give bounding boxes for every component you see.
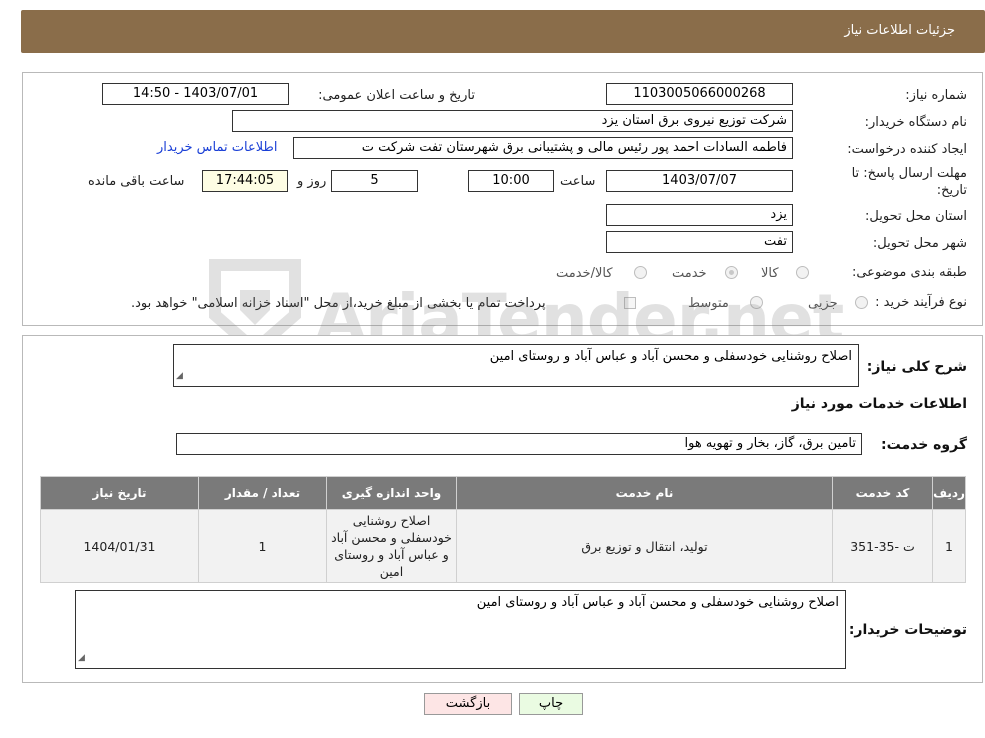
cell-unit: اصلاح روشنایی خودسفلی و محسن آباد و عباس… [326, 509, 457, 583]
remaining-time-field: 17:44:05 [202, 170, 288, 192]
province-field: یزد [606, 204, 793, 226]
cell-name: تولید، انتقال و توزیع برق [456, 509, 833, 583]
city-label: شهر محل تحویل: [872, 236, 967, 251]
col-name-header: نام خدمت [456, 476, 833, 510]
table-row: 1 ت -35-351 تولید، انتقال و توزیع برق اص… [40, 509, 966, 583]
col-date-header: تاریخ نیاز [40, 476, 199, 510]
payment-note: پرداخت تمام یا بخشی از مبلغ خرید،از محل … [131, 296, 546, 311]
deadline-date-field: 1403/07/07 [606, 170, 793, 192]
category-goods-label: کالا [761, 266, 779, 281]
buyer-notes-text: اصلاح روشنایی خودسفلی و محسن آباد و عباس… [476, 595, 839, 610]
service-group-label: گروه خدمت: [881, 437, 967, 453]
category-label: طبقه بندی موضوعی: [851, 265, 967, 280]
col-unit-header: واحد اندازه گیری [326, 476, 457, 510]
summary-textarea[interactable]: اصلاح روشنایی خودسفلی و محسن آباد و عباس… [173, 344, 859, 387]
resize-handle-icon[interactable]: ◢ [176, 368, 183, 385]
col-row-header: ردیف [932, 476, 966, 510]
process-medium-label: متوسط [688, 296, 729, 311]
cell-date: 1404/01/31 [40, 509, 199, 583]
category-goods-radio[interactable] [796, 266, 809, 279]
announce-datetime-field: 1403/07/01 - 14:50 [102, 83, 289, 105]
resize-handle-icon[interactable]: ◢ [78, 650, 85, 667]
summary-text: اصلاح روشنایی خودسفلی و محسن آباد و عباس… [489, 349, 852, 364]
category-goods-service-label: کالا/خدمت [556, 266, 613, 281]
remaining-time-label: ساعت باقی مانده [88, 174, 185, 189]
col-code-header: کد خدمت [832, 476, 933, 510]
treasury-payment-checkbox[interactable] [624, 297, 636, 309]
city-field: تفت [606, 231, 793, 253]
page-header: جزئیات اطلاعات نیاز [21, 10, 985, 53]
cell-row: 1 [932, 509, 966, 583]
province-label: استان محل تحویل: [865, 209, 967, 224]
days-label: روز و [297, 174, 327, 189]
deadline-time-label: ساعت [560, 174, 596, 189]
col-qty-header: تعداد / مقدار [198, 476, 327, 510]
buyer-org-label: نام دستگاه خریدار: [864, 115, 967, 130]
days-field: 5 [331, 170, 418, 192]
buyer-contact-link[interactable]: اطلاعات تماس خریدار [157, 140, 277, 155]
process-partial-label: جزیی [808, 296, 838, 311]
back-button[interactable]: بازگشت [424, 693, 512, 715]
cell-qty: 1 [198, 509, 327, 583]
deadline-label-date: تاریخ: [936, 183, 967, 198]
category-goods-service-radio[interactable] [634, 266, 647, 279]
services-title: اطلاعات خدمات مورد نیاز [791, 396, 967, 412]
requester-field: فاطمه السادات احمد پور رئیس مالی و پشتیب… [293, 137, 793, 159]
table-header-row: ردیف کد خدمت نام خدمت واحد اندازه گیری ت… [40, 476, 966, 510]
services-table: ردیف کد خدمت نام خدمت واحد اندازه گیری ت… [40, 476, 966, 583]
announce-label: تاریخ و ساعت اعلان عمومی: [318, 88, 475, 103]
need-number-label: شماره نیاز: [905, 88, 967, 103]
process-medium-radio[interactable] [750, 296, 763, 309]
cell-code: ت -35-351 [832, 509, 933, 583]
service-group-field: تامین برق، گاز، بخار و تهویه هوا [176, 433, 862, 455]
summary-label: شرح کلی نیاز: [866, 359, 967, 375]
print-button[interactable]: چاپ [519, 693, 583, 715]
buyer-notes-textarea[interactable]: اصلاح روشنایی خودسفلی و محسن آباد و عباس… [75, 590, 846, 669]
deadline-time-field: 10:00 [468, 170, 554, 192]
category-service-label: خدمت [672, 266, 707, 281]
category-service-radio[interactable] [725, 266, 738, 279]
buyer-notes-label: توضیحات خریدار: [848, 622, 967, 638]
deadline-label: مهلت ارسال پاسخ: تا [851, 166, 967, 181]
need-number-field: 1103005066000268 [606, 83, 793, 105]
process-label: نوع فرآیند خرید : [875, 295, 967, 310]
requester-label: ایجاد کننده درخواست: [847, 142, 967, 157]
buyer-org-field: شرکت توزیع نیروی برق استان یزد [232, 110, 793, 132]
process-partial-radio[interactable] [855, 296, 868, 309]
page-title: جزئیات اطلاعات نیاز [844, 23, 955, 38]
